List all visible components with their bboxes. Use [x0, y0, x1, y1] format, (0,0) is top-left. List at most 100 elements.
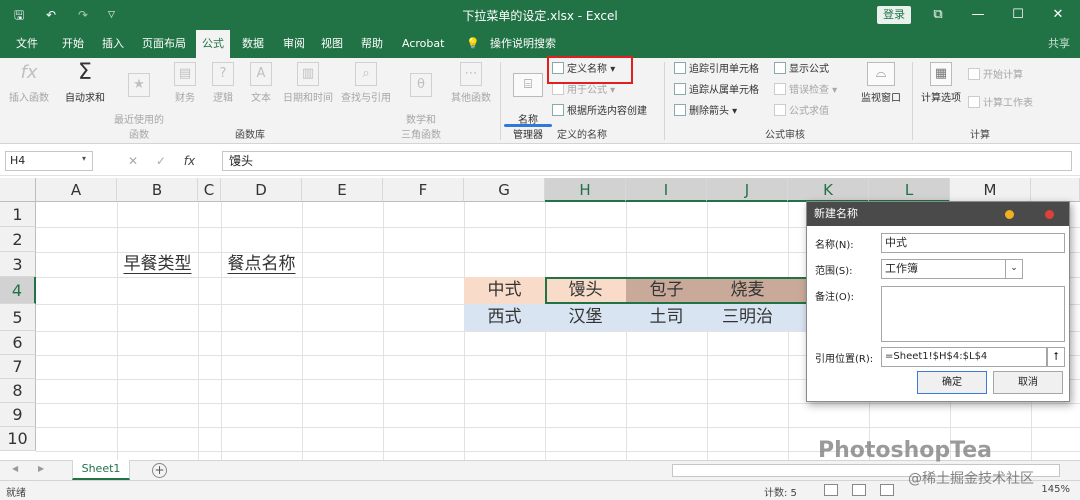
trace-dependents-button[interactable]: 追踪从属单元格 — [674, 83, 759, 99]
cell-D3[interactable]: 餐点名称 — [221, 252, 302, 277]
row-header-4[interactable]: 4 — [0, 277, 36, 304]
column-header-J[interactable]: J — [707, 178, 788, 202]
calc-sheet-button[interactable]: 计算工作表 — [968, 96, 1033, 112]
cell-B3[interactable]: 早餐类型 — [117, 252, 198, 277]
cell-H5[interactable]: 汉堡 — [545, 304, 626, 331]
tab-data[interactable]: 数据 — [236, 30, 270, 58]
name-input[interactable]: 中式 — [881, 233, 1065, 253]
page-break-view-icon[interactable] — [880, 484, 894, 496]
use-in-formula-button[interactable]: 用于公式 ▾ — [552, 83, 615, 99]
column-header-M[interactable]: M — [950, 178, 1031, 202]
page-layout-view-icon[interactable] — [852, 484, 866, 496]
minimize-button[interactable]: — — [958, 0, 998, 30]
redo-icon[interactable]: ↷ — [78, 7, 88, 23]
evaluate-formula-button[interactable]: 公式求值 — [774, 104, 829, 120]
zoom-level[interactable]: 145% — [1041, 484, 1070, 495]
column-header-A[interactable]: A — [36, 178, 117, 202]
customize-toolbar-icon[interactable]: ▽ — [108, 7, 115, 23]
column-header-E[interactable]: E — [302, 178, 383, 202]
math-trig-button[interactable]: θ 数学和 三角函数 — [396, 62, 446, 141]
tab-acrobat[interactable]: Acrobat — [396, 30, 450, 58]
column-header-F[interactable]: F — [383, 178, 464, 202]
ok-button[interactable]: 确定 — [917, 371, 987, 394]
ribbon-display-icon[interactable]: ⧉ — [918, 0, 958, 30]
name-box[interactable]: H4 — [5, 151, 93, 171]
column-header-G[interactable]: G — [464, 178, 545, 202]
select-all-corner[interactable] — [0, 178, 36, 202]
watch-window-button[interactable]: ⌓ 监视窗口 — [856, 62, 906, 104]
sheet-tab-sheet1[interactable]: Sheet1 — [72, 460, 130, 480]
tab-formulas[interactable]: 公式 — [196, 30, 230, 58]
more-functions-button[interactable]: ⋯ 其他函数 — [448, 62, 494, 104]
tab-page-layout[interactable]: 页面布局 — [136, 30, 192, 58]
tab-file[interactable]: 文件 — [10, 30, 44, 58]
tell-me-search[interactable]: 操作说明搜索 — [484, 30, 562, 58]
use-in-formula-icon — [552, 83, 564, 95]
comment-textarea[interactable] — [881, 286, 1065, 342]
financial-button[interactable]: ▤ 财务 — [170, 62, 200, 104]
row-header-6[interactable]: 6 — [0, 331, 36, 355]
column-header-B[interactable]: B — [117, 178, 198, 202]
scope-select[interactable]: 工作簿 ⌄ — [881, 259, 1023, 279]
row-header-1[interactable]: 1 — [0, 202, 36, 227]
column-header-C[interactable]: C — [198, 178, 221, 202]
more-book-icon: ⋯ — [460, 62, 482, 86]
tab-insert[interactable]: 插入 — [96, 30, 130, 58]
column-header-H[interactable]: H — [545, 178, 626, 202]
row-header-5[interactable]: 5 — [0, 304, 36, 331]
restore-button[interactable]: ☐ — [998, 0, 1038, 30]
tab-view[interactable]: 视图 — [315, 30, 349, 58]
datetime-button[interactable]: ▥ 日期和时间 — [280, 62, 336, 104]
column-header-K[interactable]: K — [788, 178, 869, 202]
lookup-button[interactable]: ⌕ 查找与引用 — [338, 62, 394, 104]
row-header-3[interactable]: 3 — [0, 252, 36, 277]
row-header-2[interactable]: 2 — [0, 227, 36, 252]
cell-G5[interactable]: 西式 — [464, 304, 545, 331]
show-formulas-button[interactable]: 显示公式 — [774, 62, 829, 78]
calc-now-button[interactable]: 开始计算 — [968, 68, 1023, 84]
formula-input[interactable]: 馒头 — [222, 151, 1072, 171]
cell-I5[interactable]: 土司 — [626, 304, 707, 331]
calc-options-button[interactable]: ▦ 计算选项 — [916, 62, 966, 104]
create-from-selection-button[interactable]: 根据所选内容创建 — [552, 104, 647, 120]
add-sheet-icon[interactable]: + — [152, 463, 167, 478]
tab-help[interactable]: 帮助 — [355, 30, 389, 58]
refers-to-input[interactable]: =Sheet1!$H$4:$L$4 — [881, 347, 1047, 367]
column-header-D[interactable]: D — [221, 178, 302, 202]
row-header-8[interactable]: 8 — [0, 379, 36, 403]
cell-G4[interactable]: 中式 — [464, 277, 545, 304]
prev-sheet-icon[interactable]: ◀ — [12, 464, 18, 473]
share-button[interactable]: 共享 — [1048, 30, 1070, 58]
row-header-9[interactable]: 9 — [0, 403, 36, 427]
normal-view-icon[interactable] — [824, 484, 838, 496]
undo-icon[interactable]: ↶ — [46, 7, 56, 23]
close-dot-icon[interactable] — [1045, 210, 1054, 219]
save-icon[interactable]: 🖫 — [14, 7, 24, 23]
logical-button[interactable]: ? 逻辑 — [208, 62, 238, 104]
autosum-button[interactable]: Σ 自动求和 — [60, 62, 110, 105]
tab-home[interactable]: 开始 — [56, 30, 90, 58]
fx-icon[interactable]: fx — [184, 154, 195, 168]
name-box-dropdown-icon[interactable]: ▾ — [82, 154, 86, 163]
cell-J5[interactable]: 三明治 — [707, 304, 788, 331]
row-header-7[interactable]: 7 — [0, 355, 36, 379]
signin-button[interactable]: 登录 — [877, 6, 911, 24]
help-dot-icon[interactable] — [1005, 210, 1014, 219]
next-sheet-icon[interactable]: ▶ — [38, 464, 44, 473]
column-header-I[interactable]: I — [626, 178, 707, 202]
insert-function-button[interactable]: fx 插入函数 — [6, 62, 52, 104]
row-header-10[interactable]: 10 — [0, 427, 36, 451]
trace-precedents-button[interactable]: 追踪引用单元格 — [674, 62, 759, 78]
cancel-button[interactable]: 取消 — [993, 371, 1063, 394]
tab-review[interactable]: 审阅 — [277, 30, 311, 58]
enter-icon[interactable]: ✓ — [156, 154, 166, 168]
remove-arrows-button[interactable]: 删除箭头 ▾ — [674, 104, 737, 120]
cancel-icon[interactable]: ✕ — [128, 154, 138, 168]
recent-functions-button[interactable]: ★ 最近使用的 函数 — [112, 62, 166, 141]
close-button[interactable]: ✕ — [1038, 0, 1078, 30]
error-checking-button[interactable]: 错误检查 ▾ — [774, 83, 837, 99]
column-header-L[interactable]: L — [869, 178, 950, 202]
text-function-button[interactable]: A 文本 — [246, 62, 276, 104]
chevron-down-icon[interactable]: ⌄ — [1005, 260, 1022, 278]
collapse-dialog-icon[interactable]: ⭡ — [1047, 347, 1065, 367]
